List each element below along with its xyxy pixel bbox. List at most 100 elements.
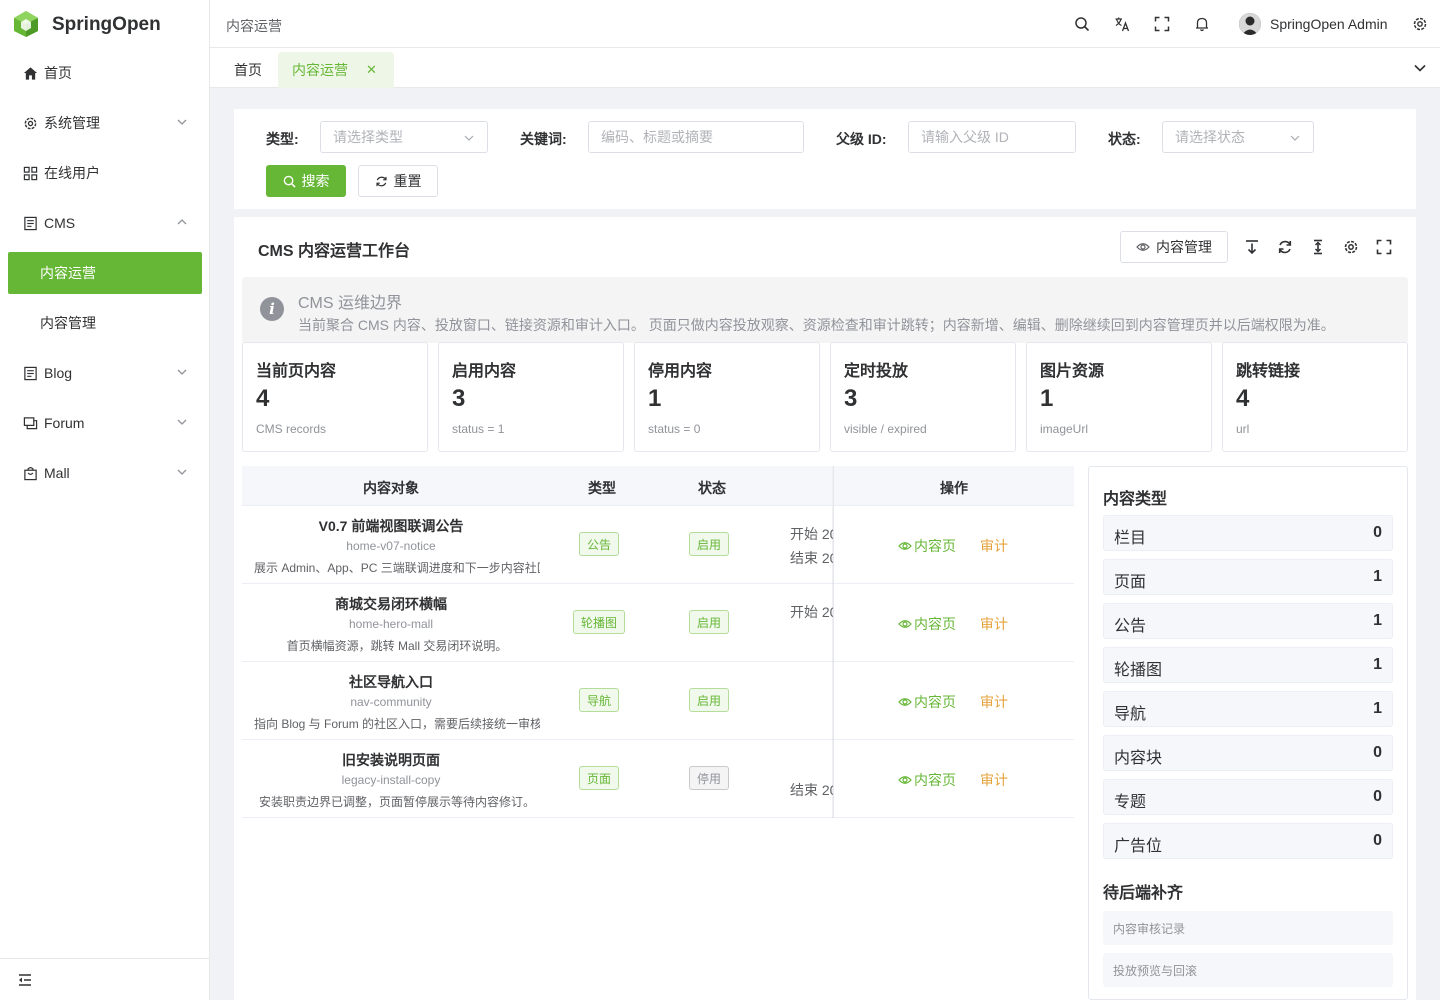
cube-logo-icon bbox=[12, 10, 40, 41]
collapse-menu-icon bbox=[19, 973, 31, 986]
chevron-up-icon bbox=[177, 219, 187, 225]
stat-card: 定时投放 3 visible / expired bbox=[830, 342, 1016, 452]
brand-name: SpringOpen bbox=[52, 14, 161, 35]
search-button[interactable]: 搜索 bbox=[266, 165, 346, 197]
tab-home[interactable]: 首页 bbox=[222, 52, 274, 88]
view-content-link[interactable]: 内容页 bbox=[898, 692, 956, 712]
view-content-link[interactable]: 内容页 bbox=[898, 770, 956, 790]
view-content-link[interactable]: 内容页 bbox=[898, 536, 956, 556]
info-icon: i bbox=[260, 297, 284, 321]
audit-link[interactable]: 审计 bbox=[980, 770, 1008, 790]
sidebar-item-cms[interactable]: CMS bbox=[0, 198, 210, 248]
view-content-link[interactable]: 内容页 bbox=[898, 614, 956, 634]
settings-icon[interactable] bbox=[1343, 239, 1359, 255]
chevron-down-icon bbox=[1290, 135, 1300, 141]
sidebar-collapse-button[interactable] bbox=[0, 958, 210, 1000]
sidebar-item-content-manage[interactable]: 内容管理 bbox=[0, 298, 210, 348]
stat-value: 3 bbox=[452, 385, 466, 412]
audit-link[interactable]: 审计 bbox=[980, 614, 1008, 634]
stat-card: 启用内容 3 status = 1 bbox=[438, 342, 624, 452]
stat-hint: url bbox=[1236, 422, 1250, 436]
content-type-item[interactable]: 专题 0 bbox=[1103, 779, 1393, 815]
status-badge: 启用 bbox=[689, 688, 730, 712]
sidebar-item-online-users[interactable]: 在线用户 bbox=[0, 148, 210, 198]
audit-link[interactable]: 审计 bbox=[980, 692, 1008, 712]
brand-logo[interactable]: SpringOpen bbox=[0, 0, 209, 50]
sidebar-item-label: CMS bbox=[44, 215, 76, 231]
sidebar-item-mall[interactable]: Mall bbox=[0, 448, 210, 498]
content-type-item[interactable]: 公告 1 bbox=[1103, 603, 1393, 639]
status-badge: 启用 bbox=[689, 610, 730, 634]
alert-description: 当前聚合 CMS 内容、投放窗口、链接资源和审计入口。 页面只做内容投放观察、资… bbox=[298, 317, 1335, 333]
reset-button[interactable]: 重置 bbox=[358, 165, 438, 197]
stat-card: 跳转链接 4 url bbox=[1222, 342, 1408, 452]
content-type-item[interactable]: 广告位 0 bbox=[1103, 823, 1393, 859]
stat-value: 4 bbox=[256, 385, 270, 412]
column-height-icon[interactable] bbox=[1310, 239, 1326, 255]
type-select[interactable]: 请选择类型 bbox=[320, 121, 488, 153]
refresh-icon[interactable] bbox=[1277, 239, 1293, 255]
gear-icon[interactable] bbox=[1410, 14, 1430, 34]
bell-icon[interactable] bbox=[1192, 14, 1212, 34]
content-manage-label: 内容管理 bbox=[1156, 239, 1212, 255]
avatar[interactable] bbox=[1239, 13, 1261, 35]
row-code: home-hero-mall bbox=[348, 617, 434, 631]
content-type-item[interactable]: 导航 1 bbox=[1103, 691, 1393, 727]
sidebar-item-forum[interactable]: Forum bbox=[0, 398, 210, 448]
view-content-label: 内容页 bbox=[914, 538, 956, 554]
translate-icon[interactable] bbox=[1112, 14, 1132, 34]
fullscreen-icon[interactable] bbox=[1376, 239, 1392, 255]
row-code: home-v07-notice bbox=[346, 539, 436, 553]
eye-icon bbox=[898, 542, 912, 550]
parent-id-input[interactable]: 请输入父级 ID bbox=[908, 121, 1076, 153]
eye-icon bbox=[898, 698, 912, 706]
sidebar-item-home[interactable]: 首页 bbox=[0, 48, 210, 98]
eye-icon bbox=[898, 620, 912, 628]
grid-icon bbox=[22, 165, 38, 181]
content-type-item[interactable]: 轮播图 1 bbox=[1103, 647, 1393, 683]
stat-label: 当前页内容 bbox=[256, 363, 337, 380]
sidebar-item-label: Forum bbox=[44, 415, 85, 431]
tab-content-ops[interactable]: 内容运营 ✕ bbox=[278, 52, 394, 88]
keyword-placeholder: 编码、标题或摘要 bbox=[601, 129, 713, 145]
stat-value: 3 bbox=[844, 385, 858, 412]
stat-card: 当前页内容 4 CMS records bbox=[242, 342, 428, 452]
sidebar-item-system[interactable]: 系统管理 bbox=[0, 98, 210, 148]
stat-hint: CMS records bbox=[256, 422, 327, 436]
content-manage-button[interactable]: 内容管理 bbox=[1120, 231, 1228, 263]
row-start-time: 开始 2026 bbox=[790, 604, 834, 620]
type-name: 广告位 bbox=[1114, 838, 1163, 855]
sidebar: SpringOpen 首页 系统管理 在线用户 CMS 内容运营 内容管理 Bl… bbox=[0, 0, 210, 1000]
row-desc: 指向 Blog 与 Forum 的社区入口，需要后续接统一审核 bbox=[254, 717, 540, 731]
type-tag: 导航 bbox=[579, 688, 620, 712]
table-row: V0.7 前端视图联调公告 home-v07-notice 展示 Admin、A… bbox=[242, 506, 1074, 584]
column-header-object: 内容对象 bbox=[363, 480, 419, 496]
username[interactable]: SpringOpen Admin bbox=[1270, 16, 1388, 32]
type-count: 1 bbox=[1373, 700, 1382, 717]
chevron-down-icon[interactable] bbox=[1412, 60, 1428, 76]
status-badge: 启用 bbox=[689, 532, 730, 556]
content-type-item[interactable]: 页面 1 bbox=[1103, 559, 1393, 595]
keyword-input[interactable]: 编码、标题或摘要 bbox=[588, 121, 804, 153]
parent-id-placeholder: 请输入父级 ID bbox=[921, 129, 1009, 145]
parent-id-label: 父级 ID: bbox=[836, 131, 887, 147]
close-icon[interactable]: ✕ bbox=[366, 62, 377, 78]
audit-link[interactable]: 审计 bbox=[980, 536, 1008, 556]
content-type-item[interactable]: 栏目 0 bbox=[1103, 515, 1393, 551]
row-end-time: 结束 2026 bbox=[790, 550, 834, 566]
workbench-panel: CMS 内容运营工作台 内容管理 i CMS 运维边界 当前聚合 CMS 内容、… bbox=[234, 217, 1416, 1000]
alert-title: CMS 运维边界 bbox=[298, 295, 403, 312]
status-select[interactable]: 请选择状态 bbox=[1162, 121, 1314, 153]
fullscreen-icon[interactable] bbox=[1152, 14, 1172, 34]
stat-value: 4 bbox=[1236, 385, 1250, 412]
row-code: legacy-install-copy bbox=[341, 773, 441, 787]
content-type-item[interactable]: 内容块 0 bbox=[1103, 735, 1393, 771]
type-name: 栏目 bbox=[1114, 530, 1147, 547]
chevron-down-icon bbox=[177, 419, 187, 425]
sidebar-item-content-ops[interactable]: 内容运营 bbox=[8, 252, 202, 294]
search-icon[interactable] bbox=[1072, 14, 1092, 34]
table-header: 内容对象 类型 状态 bbox=[242, 466, 832, 506]
export-icon[interactable] bbox=[1244, 239, 1260, 255]
status-label: 状态: bbox=[1108, 131, 1141, 147]
sidebar-item-blog[interactable]: Blog bbox=[0, 348, 210, 398]
